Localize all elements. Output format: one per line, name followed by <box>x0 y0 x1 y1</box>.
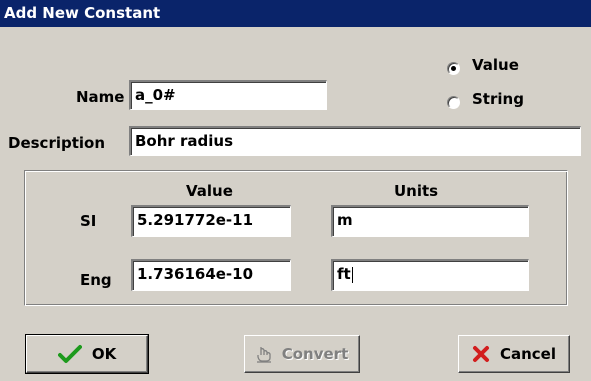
si-row-label: SI <box>80 212 97 230</box>
units-column-header: Units <box>394 182 439 200</box>
cancel-button[interactable]: Cancel <box>458 335 570 373</box>
radio-button[interactable] <box>447 62 460 75</box>
value-column-header: Value <box>186 182 233 200</box>
description-label: Description <box>8 134 106 152</box>
convert-button[interactable]: Convert <box>244 335 360 373</box>
radio-button[interactable] <box>447 96 460 109</box>
convert-button-label: Convert <box>281 345 349 363</box>
hand-pointer-icon <box>256 347 271 363</box>
ok-button-label: OK <box>91 345 117 363</box>
ok-button[interactable]: OK <box>25 334 149 374</box>
si-units-input[interactable]: m <box>331 205 529 237</box>
name-input[interactable]: a_0# <box>129 80 327 110</box>
description-input[interactable]: Bohr radius <box>129 126 581 156</box>
name-label: Name <box>76 88 125 106</box>
cancel-button-label: Cancel <box>499 345 556 363</box>
x-mark-icon <box>472 346 489 362</box>
dialog-title-bar[interactable]: Add New Constant <box>0 0 591 27</box>
radio-value-label: Value <box>472 56 519 74</box>
eng-units-value: ft <box>337 265 351 283</box>
checkmark-icon <box>57 345 82 363</box>
si-value-input[interactable]: 5.291772e-11 <box>131 205 291 237</box>
eng-value-input[interactable]: 1.736164e-10 <box>131 259 291 291</box>
radio-string-label: String <box>472 90 524 108</box>
eng-row-label: Eng <box>80 271 112 289</box>
dialog-title: Add New Constant <box>4 4 161 22</box>
eng-units-input[interactable]: ft <box>331 259 529 291</box>
